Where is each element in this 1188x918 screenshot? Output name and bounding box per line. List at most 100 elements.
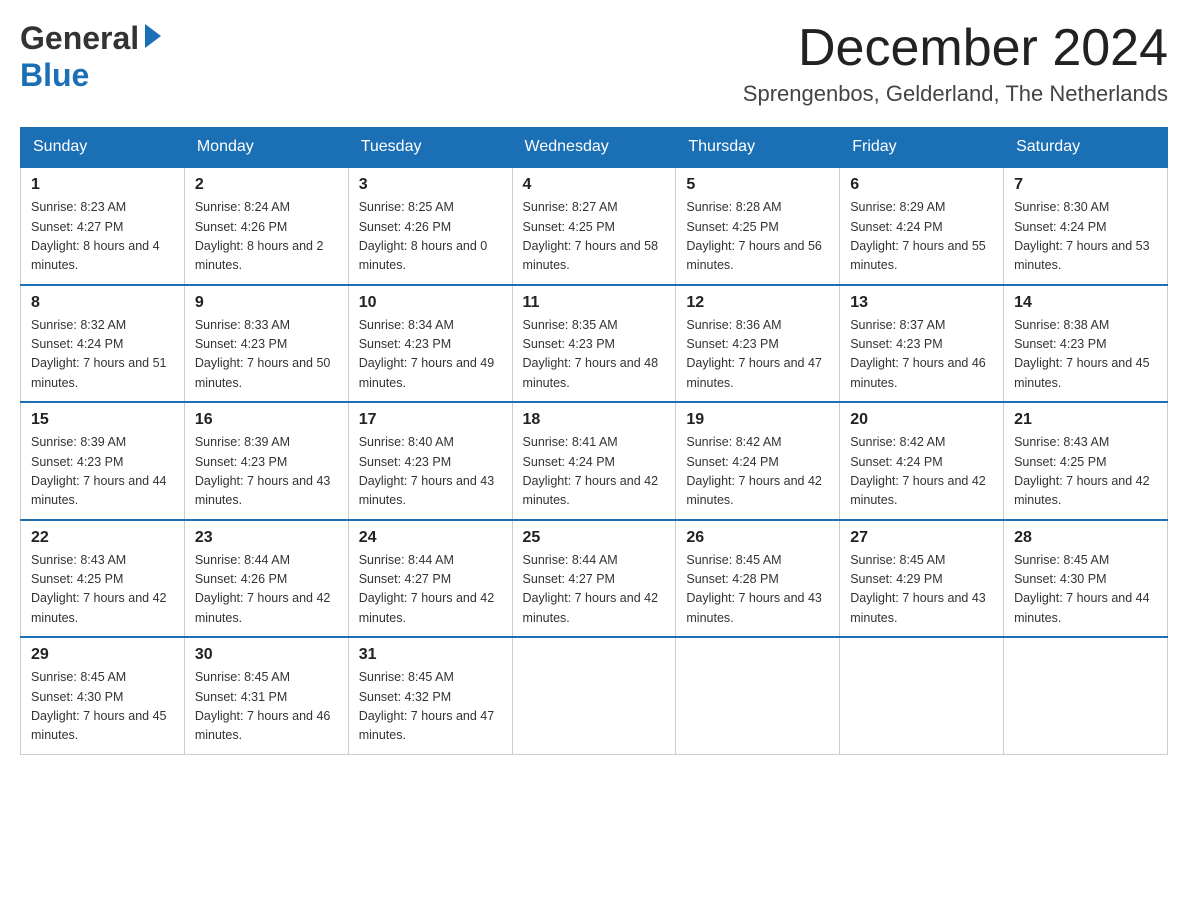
day-info: Sunrise: 8:24 AMSunset: 4:26 PMDaylight:… xyxy=(195,198,338,276)
calendar-day-cell: 25 Sunrise: 8:44 AMSunset: 4:27 PMDayligh… xyxy=(512,520,676,638)
calendar-day-cell: 5Sunrise: 8:28 AMSunset: 4:25 PMDaylight… xyxy=(676,167,840,285)
logo-blue-text: Blue xyxy=(20,57,89,93)
calendar-day-cell: 14 Sunrise: 8:38 AMSunset: 4:23 PMDayligh… xyxy=(1004,285,1168,403)
logo-arrow-icon xyxy=(141,22,163,55)
day-number: 18 xyxy=(523,411,666,429)
day-number: 29 xyxy=(31,646,174,664)
day-info: Sunrise: 8:28 AMSunset: 4:25 PMDaylight:… xyxy=(686,198,829,276)
day-number: 17 xyxy=(359,411,502,429)
day-number: 23 xyxy=(195,529,338,547)
day-number: 4 xyxy=(523,176,666,194)
day-number: 22 xyxy=(31,529,174,547)
calendar-day-cell: 16Sunrise: 8:39 AMSunset: 4:23 PMDayligh… xyxy=(184,402,348,520)
day-info: Sunrise: 8:25 AMSunset: 4:26 PMDaylight:… xyxy=(359,198,502,276)
day-number: 24 xyxy=(359,529,502,547)
day-number: 1 xyxy=(31,176,174,194)
day-info: Sunrise: 8:45 AMSunset: 4:29 PMDaylight:… xyxy=(850,551,993,629)
day-info: Sunrise: 8:23 AMSunset: 4:27 PMDaylight:… xyxy=(31,198,174,276)
calendar-day-cell: 18 Sunrise: 8:41 AMSunset: 4:24 PMDayligh… xyxy=(512,402,676,520)
day-number: 8 xyxy=(31,294,174,312)
day-number: 27 xyxy=(850,529,993,547)
month-year-title: December 2024 xyxy=(743,20,1168,77)
calendar-day-cell: 4 Sunrise: 8:27 AMSunset: 4:25 PMDaylight… xyxy=(512,167,676,285)
day-number: 2 xyxy=(195,176,338,194)
day-number: 6 xyxy=(850,176,993,194)
calendar-day-cell: 29Sunrise: 8:45 AMSunset: 4:30 PMDayligh… xyxy=(21,637,185,754)
day-info: Sunrise: 8:36 AMSunset: 4:23 PMDaylight:… xyxy=(686,316,829,394)
day-info: Sunrise: 8:39 AMSunset: 4:23 PMDaylight:… xyxy=(195,433,338,511)
day-info: Sunrise: 8:44 AMSunset: 4:27 PMDaylight:… xyxy=(523,551,666,629)
header-friday: Friday xyxy=(840,128,1004,168)
calendar-header-row: Sunday Monday Tuesday Wednesday Thursday… xyxy=(21,128,1168,168)
calendar-day-cell: 9 Sunrise: 8:33 AMSunset: 4:23 PMDaylight… xyxy=(184,285,348,403)
day-info: Sunrise: 8:33 AMSunset: 4:23 PMDaylight:… xyxy=(195,316,338,394)
day-info: Sunrise: 8:27 AMSunset: 4:25 PMDaylight:… xyxy=(523,198,666,276)
day-info: Sunrise: 8:42 AMSunset: 4:24 PMDaylight:… xyxy=(850,433,993,511)
day-info: Sunrise: 8:42 AMSunset: 4:24 PMDaylight:… xyxy=(686,433,829,511)
header-tuesday: Tuesday xyxy=(348,128,512,168)
calendar-day-cell: 19Sunrise: 8:42 AMSunset: 4:24 PMDayligh… xyxy=(676,402,840,520)
day-number: 9 xyxy=(195,294,338,312)
calendar-week-3: 15Sunrise: 8:39 AMSunset: 4:23 PMDayligh… xyxy=(21,402,1168,520)
header-sunday: Sunday xyxy=(21,128,185,168)
day-number: 30 xyxy=(195,646,338,664)
day-info: Sunrise: 8:45 AMSunset: 4:31 PMDaylight:… xyxy=(195,668,338,746)
calendar-day-cell: 2 Sunrise: 8:24 AMSunset: 4:26 PMDaylight… xyxy=(184,167,348,285)
day-info: Sunrise: 8:45 AMSunset: 4:28 PMDaylight:… xyxy=(686,551,829,629)
day-info: Sunrise: 8:44 AMSunset: 4:27 PMDaylight:… xyxy=(359,551,502,629)
calendar-week-1: 1 Sunrise: 8:23 AMSunset: 4:27 PMDaylight… xyxy=(21,167,1168,285)
calendar-day-cell: 1 Sunrise: 8:23 AMSunset: 4:27 PMDaylight… xyxy=(21,167,185,285)
day-info: Sunrise: 8:41 AMSunset: 4:24 PMDaylight:… xyxy=(523,433,666,511)
calendar-day-cell: 12 Sunrise: 8:36 AMSunset: 4:23 PMDayligh… xyxy=(676,285,840,403)
page-header: General Blue December 2024 Sprengenbos, … xyxy=(20,20,1168,107)
calendar-week-5: 29Sunrise: 8:45 AMSunset: 4:30 PMDayligh… xyxy=(21,637,1168,754)
logo: General Blue xyxy=(20,20,163,94)
title-area: December 2024 Sprengenbos, Gelderland, T… xyxy=(743,20,1168,107)
logo-general-text: General xyxy=(20,20,139,57)
calendar-day-cell: 11Sunrise: 8:35 AMSunset: 4:23 PMDayligh… xyxy=(512,285,676,403)
day-info: Sunrise: 8:29 AMSunset: 4:24 PMDaylight:… xyxy=(850,198,993,276)
day-number: 25 xyxy=(523,529,666,547)
calendar-day-cell: 7 Sunrise: 8:30 AMSunset: 4:24 PMDaylight… xyxy=(1004,167,1168,285)
day-info: Sunrise: 8:39 AMSunset: 4:23 PMDaylight:… xyxy=(31,433,174,511)
calendar-day-cell: 28 Sunrise: 8:45 AMSunset: 4:30 PMDayligh… xyxy=(1004,520,1168,638)
day-info: Sunrise: 8:37 AMSunset: 4:23 PMDaylight:… xyxy=(850,316,993,394)
day-number: 28 xyxy=(1014,529,1157,547)
day-info: Sunrise: 8:43 AMSunset: 4:25 PMDaylight:… xyxy=(1014,433,1157,511)
calendar-week-4: 22 Sunrise: 8:43 AMSunset: 4:25 PMDayligh… xyxy=(21,520,1168,638)
calendar-day-cell: 22 Sunrise: 8:43 AMSunset: 4:25 PMDayligh… xyxy=(21,520,185,638)
day-number: 20 xyxy=(850,411,993,429)
day-info: Sunrise: 8:40 AMSunset: 4:23 PMDaylight:… xyxy=(359,433,502,511)
calendar-day-cell: 20 Sunrise: 8:42 AMSunset: 4:24 PMDayligh… xyxy=(840,402,1004,520)
day-number: 7 xyxy=(1014,176,1157,194)
header-saturday: Saturday xyxy=(1004,128,1168,168)
calendar-week-2: 8 Sunrise: 8:32 AMSunset: 4:24 PMDaylight… xyxy=(21,285,1168,403)
day-number: 14 xyxy=(1014,294,1157,312)
calendar-day-cell xyxy=(1004,637,1168,754)
calendar-day-cell: 15Sunrise: 8:39 AMSunset: 4:23 PMDayligh… xyxy=(21,402,185,520)
calendar-table: Sunday Monday Tuesday Wednesday Thursday… xyxy=(20,127,1168,755)
day-number: 21 xyxy=(1014,411,1157,429)
calendar-day-cell: 21 Sunrise: 8:43 AMSunset: 4:25 PMDayligh… xyxy=(1004,402,1168,520)
calendar-day-cell: 8 Sunrise: 8:32 AMSunset: 4:24 PMDaylight… xyxy=(21,285,185,403)
day-info: Sunrise: 8:45 AMSunset: 4:32 PMDaylight:… xyxy=(359,668,502,746)
calendar-day-cell: 23 Sunrise: 8:44 AMSunset: 4:26 PMDayligh… xyxy=(184,520,348,638)
day-info: Sunrise: 8:38 AMSunset: 4:23 PMDaylight:… xyxy=(1014,316,1157,394)
day-info: Sunrise: 8:30 AMSunset: 4:24 PMDaylight:… xyxy=(1014,198,1157,276)
calendar-day-cell: 26Sunrise: 8:45 AMSunset: 4:28 PMDayligh… xyxy=(676,520,840,638)
day-info: Sunrise: 8:43 AMSunset: 4:25 PMDaylight:… xyxy=(31,551,174,629)
day-number: 12 xyxy=(686,294,829,312)
location-subtitle: Sprengenbos, Gelderland, The Netherlands xyxy=(743,81,1168,107)
day-info: Sunrise: 8:45 AMSunset: 4:30 PMDaylight:… xyxy=(1014,551,1157,629)
calendar-day-cell: 6 Sunrise: 8:29 AMSunset: 4:24 PMDaylight… xyxy=(840,167,1004,285)
day-info: Sunrise: 8:44 AMSunset: 4:26 PMDaylight:… xyxy=(195,551,338,629)
calendar-day-cell xyxy=(840,637,1004,754)
day-info: Sunrise: 8:34 AMSunset: 4:23 PMDaylight:… xyxy=(359,316,502,394)
calendar-day-cell: 24 Sunrise: 8:44 AMSunset: 4:27 PMDayligh… xyxy=(348,520,512,638)
header-thursday: Thursday xyxy=(676,128,840,168)
header-wednesday: Wednesday xyxy=(512,128,676,168)
header-monday: Monday xyxy=(184,128,348,168)
calendar-day-cell: 17 Sunrise: 8:40 AMSunset: 4:23 PMDayligh… xyxy=(348,402,512,520)
calendar-day-cell: 3Sunrise: 8:25 AMSunset: 4:26 PMDaylight… xyxy=(348,167,512,285)
day-info: Sunrise: 8:32 AMSunset: 4:24 PMDaylight:… xyxy=(31,316,174,394)
